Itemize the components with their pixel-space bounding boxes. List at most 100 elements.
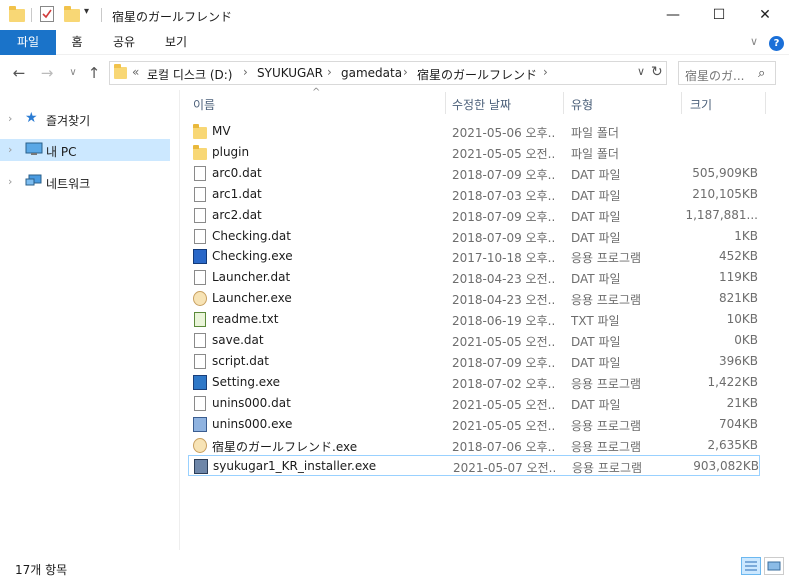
file-icon [194,186,206,202]
forward-button[interactable]: → [38,64,56,82]
sidebar-item-label: 네트워크 [46,177,91,191]
folder-icon [114,64,127,79]
recent-locations-button[interactable]: ∨ [64,64,82,82]
column-header-type[interactable]: 유형 [571,96,593,113]
column-headers: ^ 이름 수정한 날짜 유형 크기 [188,87,768,116]
file-row[interactable]: MV 2021-05-06 오후... 파일 폴더 [188,121,760,142]
expand-chevron-icon[interactable]: › [8,112,12,125]
file-name: plugin [212,144,250,159]
file-name: arc2.dat [212,207,262,222]
up-button[interactable]: ↑ [85,64,103,82]
file-row[interactable]: arc2.dat 2018-07-09 오후... DAT 파일 1,187,881.… [188,205,760,226]
file-size: 396KB [718,353,758,368]
file-row[interactable]: Launcher.dat 2018-04-23 오전... DAT 파일 119KB [188,267,760,288]
back-button[interactable]: ← [10,64,28,82]
file-name: arc0.dat [212,165,262,180]
file-size: 210,105KB [692,186,758,201]
properties-icon[interactable] [40,6,54,22]
file-type: 응용 프로그램 [571,418,642,433]
file-date: 2018-04-23 오전... [452,272,554,287]
file-row[interactable]: readme.txt 2018-06-19 오후... TXT 파일 10KB [188,309,760,330]
expand-chevron-icon[interactable]: › [8,143,12,156]
large-icons-view-button[interactable] [764,557,784,575]
file-name: script.dat [212,353,269,368]
sort-ascending-icon: ^ [312,87,321,98]
file-row[interactable]: Checking.dat 2018-07-09 오후... DAT 파일 1KB [188,226,760,247]
address-bar[interactable]: « 로컬 디스크 (D:) › SYUKUGAR › gamedata › 宿星… [109,61,667,85]
file-row[interactable]: plugin 2021-05-05 오전... 파일 폴더 [188,142,760,163]
navigation-bar: ← → ∨ ↑ « 로컬 디스크 (D:) › SYUKUGAR › gamed… [0,58,789,90]
tab-home[interactable]: 홈 [60,30,94,55]
installer-icon [194,459,208,475]
pane-divider[interactable] [179,90,180,550]
file-date: 2021-05-05 오전... [452,397,554,412]
file-type: 응용 프로그램 [571,439,642,454]
column-header-date[interactable]: 수정한 날짜 [452,96,511,113]
tab-share[interactable]: 공유 [104,30,144,55]
new-folder-icon[interactable] [64,6,80,22]
file-date: 2021-05-05 오전... [452,418,554,433]
breadcrumb-separator[interactable]: › [403,65,408,79]
file-icon [194,395,206,411]
details-view-button[interactable] [741,557,761,575]
file-name: 宿星のガールフレンド.exe [212,439,358,454]
file-icon [194,165,206,181]
address-dropdown-icon[interactable]: ∨ [637,65,645,78]
file-type: 응용 프로그램 [571,251,642,266]
file-row[interactable]: unins000.dat 2021-05-05 오전... DAT 파일 21KB [188,393,760,414]
breadcrumb-gamedata[interactable]: gamedata [341,66,402,80]
breadcrumb-drive[interactable]: 로컬 디스크 (D:) [147,66,232,83]
customize-quick-access-icon[interactable]: ▾ [84,6,100,22]
settings-app-icon [193,374,207,390]
help-icon[interactable]: ? [769,36,784,51]
breadcrumb-separator[interactable]: › [243,65,248,79]
tab-view[interactable]: 보기 [156,30,196,55]
close-button[interactable]: ✕ [742,0,788,30]
column-header-name[interactable]: 이름 [193,96,215,113]
file-date: 2018-07-06 오후... [452,439,554,454]
sidebar-item-network[interactable]: › 네트워크 [0,171,170,193]
file-row[interactable]: unins000.exe 2021-05-05 오전... 응용 프로그램 704KB [188,414,760,435]
file-size: 2,635KB [707,437,758,452]
file-type: 응용 프로그램 [572,461,643,476]
breadcrumb-overflow[interactable]: « [132,65,139,79]
minimize-button[interactable]: — [650,0,696,30]
file-row[interactable]: arc1.dat 2018-07-03 오후... DAT 파일 210,105KB [188,184,760,205]
sidebar-item-favorites[interactable]: › ★ 즐겨찾기 [0,108,170,130]
column-separator[interactable] [445,92,446,114]
column-separator[interactable] [765,92,766,114]
refresh-icon[interactable]: ↻ [651,64,663,80]
maximize-button[interactable]: ☐ [696,0,742,30]
file-row[interactable]: arc0.dat 2018-07-09 오후... DAT 파일 505,909KB [188,163,760,184]
file-row[interactable]: Setting.exe 2018-07-02 오후... 응용 프로그램 1,422K… [188,372,760,393]
breadcrumb-syukugar[interactable]: SYUKUGAR [257,66,323,80]
file-name: Setting.exe [212,374,281,389]
sidebar-item-this-pc[interactable]: › 내 PC [0,139,170,161]
file-icon [194,228,206,244]
text-file-icon [194,312,206,328]
file-row[interactable]: Launcher.exe 2018-04-23 오전... 응용 프로그램 821KB [188,288,760,309]
breadcrumb-current-folder[interactable]: 宿星のガールフレンド [417,66,537,83]
column-header-size[interactable]: 크기 [690,96,712,113]
tab-file[interactable]: 파일 [0,30,56,55]
toolbar-separator [31,8,32,22]
file-row[interactable]: script.dat 2018-07-09 오후... DAT 파일 396KB [188,351,760,372]
expand-chevron-icon[interactable]: › [8,175,12,188]
column-separator[interactable] [681,92,682,114]
file-date: 2018-04-23 오전... [452,293,554,308]
column-separator[interactable] [563,92,564,114]
file-type: DAT 파일 [571,355,621,370]
file-row[interactable]: save.dat 2021-05-05 오전... DAT 파일 0KB [188,330,760,351]
file-row[interactable]: Checking.exe 2017-10-18 오후... 응용 프로그램 452KB [188,246,760,267]
breadcrumb-separator[interactable]: › [327,65,332,79]
file-icon [194,270,206,286]
search-input[interactable]: 宿星のガ... ⌕ [678,61,776,85]
expand-ribbon-icon[interactable]: ∨ [750,35,758,48]
file-size: 119KB [718,270,758,285]
file-row[interactable]: syukugar1_KR_installer.exe 2021-05-07 오전.… [188,455,760,477]
file-row[interactable]: 宿星のガールフレンド.exe 2018-07-06 오후... 응용 프로그램 2,6… [188,435,760,456]
breadcrumb-separator[interactable]: › [543,65,548,79]
folder-icon [193,144,207,160]
folder-icon [9,6,25,22]
file-date: 2018-07-09 오후... [452,167,554,182]
